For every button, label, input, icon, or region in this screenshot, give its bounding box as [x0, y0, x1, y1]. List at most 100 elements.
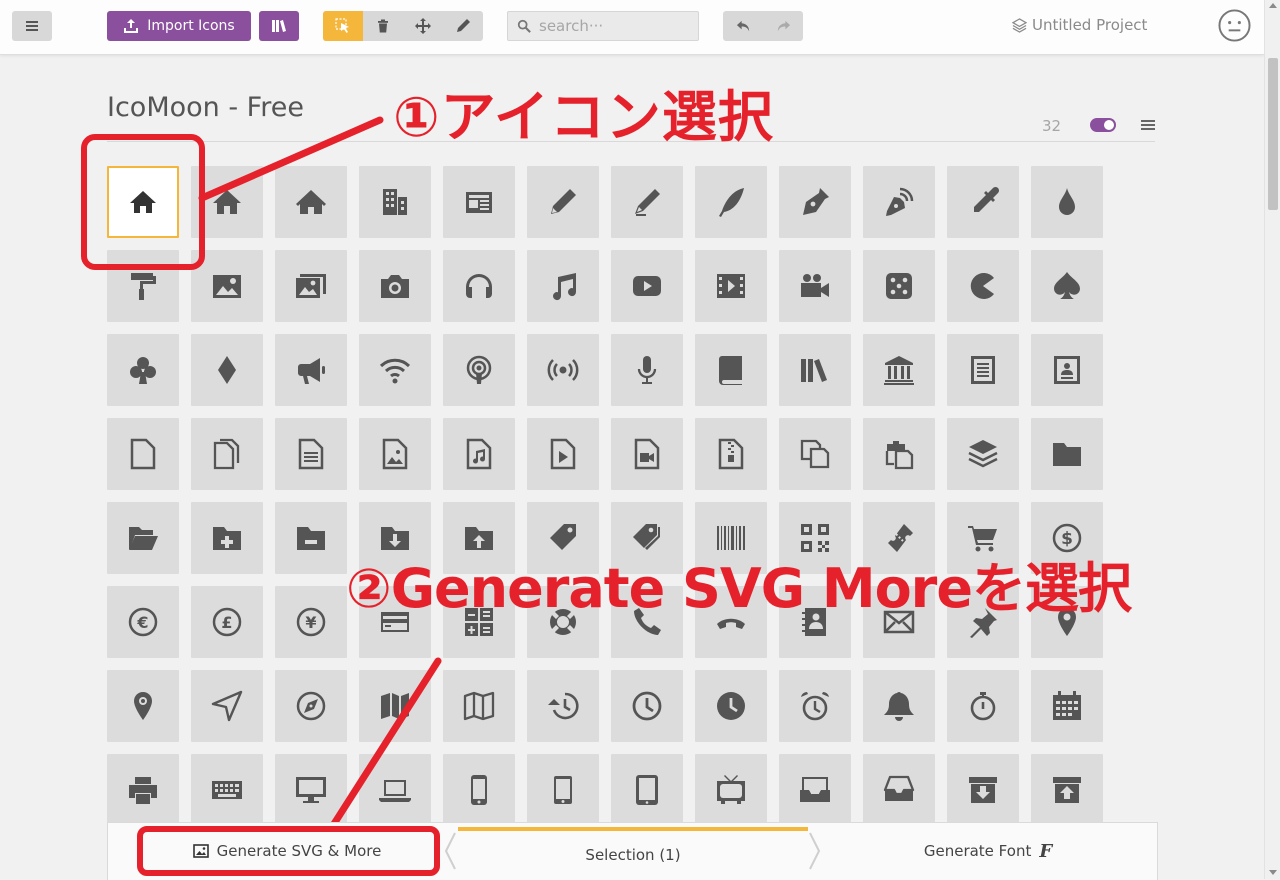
coin-pound-icon: £	[212, 607, 242, 637]
icon-tile-tv[interactable]	[695, 754, 767, 826]
icon-tile-mobile[interactable]	[443, 754, 515, 826]
icon-tile-bell[interactable]	[863, 670, 935, 742]
generate-font-tab[interactable]: Generate Font F	[828, 829, 1148, 873]
icon-tile-spades[interactable]	[1031, 250, 1103, 322]
scrollbar-thumb[interactable]	[1268, 58, 1278, 210]
icon-tile-music[interactable]	[527, 250, 599, 322]
icon-tile-map2[interactable]	[443, 670, 515, 742]
icon-tile-camera[interactable]	[359, 250, 431, 322]
scroll-up-arrow-icon[interactable]	[1269, 3, 1277, 8]
icon-tile-library[interactable]	[863, 334, 935, 406]
generate-font-label: Generate Font	[923, 842, 1032, 860]
icon-tile-pacman[interactable]	[947, 250, 1019, 322]
svg-text:€: €	[136, 613, 148, 632]
move-tool-button[interactable]	[403, 11, 443, 41]
icon-tile-tablet[interactable]	[611, 754, 683, 826]
delete-tool-button[interactable]	[363, 11, 403, 41]
project-name[interactable]: Untitled Project	[1012, 16, 1147, 34]
user-avatar-icon[interactable]	[1218, 9, 1251, 42]
undo-button[interactable]	[723, 11, 763, 41]
file-music-icon	[466, 438, 492, 470]
icon-tile-eyedropper[interactable]	[947, 166, 1019, 238]
icon-tile-connection[interactable]	[359, 334, 431, 406]
icon-tile-box-add[interactable]	[947, 754, 1019, 826]
icon-tile-file-text[interactable]	[947, 334, 1019, 406]
icon-tile-printer[interactable]	[107, 754, 179, 826]
search-input[interactable]	[537, 16, 691, 36]
image-icon	[213, 275, 241, 298]
icon-tile-file-play[interactable]	[527, 418, 599, 490]
select-tool-button[interactable]	[323, 11, 363, 41]
redo-button[interactable]	[763, 11, 803, 41]
icon-set-toggle[interactable]	[1090, 118, 1116, 132]
icon-tile-stopwatch[interactable]	[947, 670, 1019, 742]
icon-tile-clock2[interactable]	[695, 670, 767, 742]
icon-tile-compass[interactable]	[191, 670, 263, 742]
calendar-icon	[1053, 691, 1081, 720]
icon-tile-clubs[interactable]	[107, 334, 179, 406]
icon-tile-mic[interactable]	[611, 334, 683, 406]
main-menu-button[interactable]	[12, 11, 52, 41]
import-icons-button[interactable]: Import Icons	[107, 11, 251, 41]
icon-tile-alarm[interactable]	[779, 670, 851, 742]
set-menu-icon[interactable]	[1140, 117, 1156, 133]
icon-tile-copy[interactable]	[779, 418, 851, 490]
icon-tile-mobile2[interactable]	[527, 754, 599, 826]
icon-tile-clock[interactable]	[611, 670, 683, 742]
icon-tile-video-camera[interactable]	[779, 250, 851, 322]
icon-tile-file-text2[interactable]	[275, 418, 347, 490]
icon-tile-podcast[interactable]	[443, 334, 515, 406]
pencil-icon	[457, 19, 470, 32]
icon-tile-stack[interactable]	[947, 418, 1019, 490]
library-button[interactable]	[259, 11, 299, 41]
icon-tile-quill[interactable]	[695, 166, 767, 238]
icon-tile-dice[interactable]	[863, 250, 935, 322]
icon-tile-drawer[interactable]	[779, 754, 851, 826]
icon-set-count: 32	[1042, 117, 1062, 135]
book-icon	[719, 356, 742, 385]
connection-icon	[379, 358, 411, 384]
icon-tile-calendar[interactable]	[1031, 670, 1103, 742]
icon-tile-droplet[interactable]	[1031, 166, 1103, 238]
icon-tile-folder-open[interactable]	[107, 502, 179, 574]
icon-tile-profile[interactable]	[1031, 334, 1103, 406]
icon-tile-file-video[interactable]	[611, 418, 683, 490]
page-scrollbar[interactable]	[1264, 0, 1280, 879]
icon-tile-play[interactable]	[611, 250, 683, 322]
icon-tile-keyboard[interactable]	[191, 754, 263, 826]
icon-tile-headphones[interactable]	[443, 250, 515, 322]
scroll-down-arrow-icon[interactable]	[1269, 870, 1277, 875]
icon-tile-paste[interactable]	[863, 418, 935, 490]
icon-tile-images[interactable]	[275, 250, 347, 322]
icon-tile-coin-yen[interactable]: ¥	[275, 586, 347, 658]
icon-tile-diamonds[interactable]	[191, 334, 263, 406]
icon-tile-folder-plus[interactable]	[191, 502, 263, 574]
icon-tile-location2[interactable]	[107, 670, 179, 742]
icon-tile-history[interactable]	[527, 670, 599, 742]
edit-tool-button[interactable]	[443, 11, 483, 41]
icon-tile-newspaper[interactable]	[443, 166, 515, 238]
icon-tile-feed[interactable]	[527, 334, 599, 406]
icon-tile-pencil2[interactable]	[611, 166, 683, 238]
icon-tile-pencil[interactable]	[527, 166, 599, 238]
icon-tile-coin-pound[interactable]: £	[191, 586, 263, 658]
icon-tile-file-empty[interactable]	[107, 418, 179, 490]
icon-tile-drawer2[interactable]	[863, 754, 935, 826]
icon-tile-blog[interactable]	[863, 166, 935, 238]
pencil-icon	[551, 189, 576, 214]
icon-tile-folder-minus[interactable]	[275, 502, 347, 574]
icon-tile-file-music[interactable]	[443, 418, 515, 490]
icon-tile-book[interactable]	[695, 334, 767, 406]
selection-tab[interactable]: Selection (1)	[458, 827, 808, 878]
icon-tile-box-remove[interactable]	[1031, 754, 1103, 826]
icon-tile-bullhorn[interactable]	[275, 334, 347, 406]
icon-tile-folder[interactable]	[1031, 418, 1103, 490]
file-picture-icon	[382, 438, 408, 470]
icon-tile-file-zip[interactable]	[695, 418, 767, 490]
icon-tile-files-empty[interactable]	[191, 418, 263, 490]
icon-tile-pen[interactable]	[779, 166, 851, 238]
icon-tile-books[interactable]	[779, 334, 851, 406]
icon-tile-coin-euro[interactable]: €	[107, 586, 179, 658]
icon-tile-file-picture[interactable]	[359, 418, 431, 490]
icon-tile-film[interactable]	[695, 250, 767, 322]
